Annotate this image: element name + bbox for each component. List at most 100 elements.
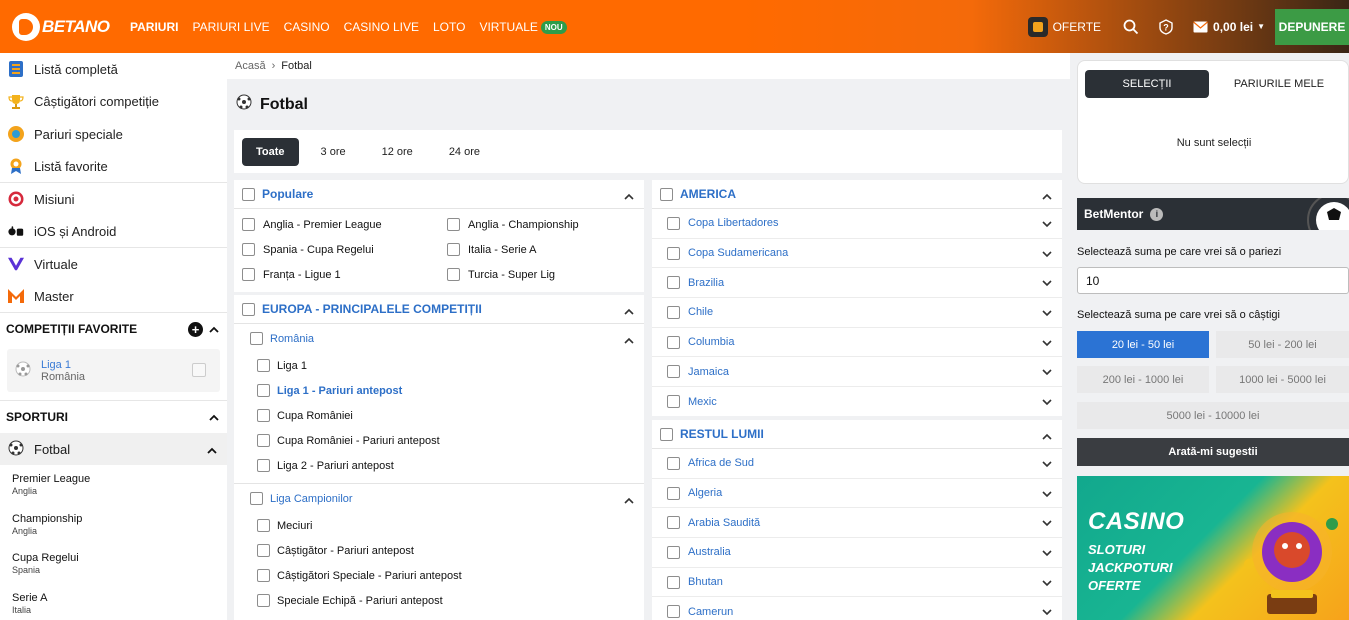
range-200-1000[interactable]: 200 lei - 1000 lei — [1077, 366, 1209, 393]
sidebar-sport-football[interactable]: Fotbal — [0, 433, 227, 465]
sidebar-item-full-list[interactable]: Listă completă — [0, 53, 227, 86]
sidebar-item-favorites-list[interactable]: Listă favorite — [0, 151, 227, 183]
item-checkbox[interactable] — [667, 395, 680, 409]
chevron-up-icon[interactable] — [1042, 189, 1052, 203]
item-checkbox[interactable] — [242, 218, 255, 231]
list-item[interactable]: Columbia — [652, 328, 1062, 358]
item-checkbox[interactable] — [242, 268, 255, 281]
item-checkbox[interactable] — [667, 335, 680, 349]
chevron-down-icon[interactable] — [1042, 459, 1052, 471]
item-checkbox[interactable] — [257, 459, 270, 472]
chevron-up-icon[interactable] — [209, 410, 219, 424]
item-checkbox[interactable] — [257, 519, 270, 532]
sidebar-league-item[interactable]: Premier League Anglia — [0, 465, 227, 505]
nav-pariuri-live[interactable]: PARIURI LIVE — [192, 20, 269, 34]
item-checkbox[interactable] — [667, 575, 680, 589]
chevron-up-icon[interactable] — [209, 322, 219, 336]
popular-header[interactable]: Populare — [234, 180, 644, 209]
offers-link[interactable]: OFERTE — [1053, 20, 1101, 34]
list-item[interactable]: Anglia - Premier League — [242, 212, 447, 237]
chevron-down-icon[interactable] — [1042, 338, 1052, 350]
list-item[interactable]: Anglia - Championship — [447, 212, 647, 237]
chevron-down-icon[interactable] — [1042, 367, 1052, 379]
group-checkbox[interactable] — [250, 492, 263, 505]
casino-promo-banner[interactable]: CASINO SLOTURI JACKPOTURI OFERTE — [1077, 476, 1349, 620]
nav-casino[interactable]: CASINO — [284, 20, 330, 34]
sidebar-item-mobile-apps[interactable]: iOS și Android — [0, 216, 227, 248]
item-checkbox[interactable] — [257, 409, 270, 422]
list-item[interactable]: Meciuri — [234, 513, 644, 538]
chevron-down-icon[interactable] — [1042, 249, 1052, 261]
list-item[interactable]: Brazilia — [652, 268, 1062, 299]
america-checkbox[interactable] — [660, 187, 673, 201]
list-item[interactable]: Africa de Sud — [652, 449, 1062, 479]
list-item[interactable]: Australia — [652, 538, 1062, 568]
chevron-up-icon[interactable] — [207, 442, 217, 457]
sidebar-league-item[interactable]: Serie A Italia — [0, 584, 227, 620]
item-checkbox[interactable] — [667, 246, 680, 260]
item-checkbox[interactable] — [257, 594, 270, 607]
list-item[interactable]: Franța - Ligue 1 — [242, 262, 447, 287]
tab-selections[interactable]: SELECȚII — [1085, 70, 1209, 98]
item-checkbox[interactable] — [667, 365, 680, 379]
list-item[interactable]: Copa Libertadores — [652, 209, 1062, 239]
item-checkbox[interactable] — [447, 218, 460, 231]
list-item[interactable]: Chile — [652, 298, 1062, 328]
list-item[interactable]: Copa Sudamericana — [652, 239, 1062, 269]
list-item[interactable]: Liga 1 — [234, 353, 644, 378]
list-item[interactable]: Speciale Echipă - Pariuri antepost — [234, 588, 644, 613]
item-checkbox[interactable] — [257, 434, 270, 447]
range-20-50[interactable]: 20 lei - 50 lei — [1077, 331, 1209, 358]
list-item[interactable]: Camerun — [652, 597, 1062, 620]
range-1000-5000[interactable]: 1000 lei - 5000 lei — [1216, 366, 1349, 393]
item-checkbox[interactable] — [667, 456, 680, 470]
list-item[interactable]: Câștigător - Pariuri antepost — [234, 538, 644, 563]
nav-casino-live[interactable]: CASINO LIVE — [344, 20, 419, 34]
help-icon[interactable]: ? — [1157, 18, 1175, 36]
item-checkbox[interactable] — [257, 359, 270, 372]
europe-header[interactable]: EUROPA - PRINCIPALELE COMPETIȚII — [234, 295, 644, 324]
chevron-down-icon[interactable] — [1042, 219, 1052, 231]
item-checkbox[interactable] — [257, 569, 270, 582]
list-item[interactable]: Cupa României - Pariuri antepost — [234, 428, 644, 453]
chevron-down-icon[interactable] — [1042, 489, 1052, 501]
mail-icon[interactable] — [1193, 21, 1208, 33]
list-item[interactable]: Algeria — [652, 479, 1062, 509]
favorite-checkbox[interactable] — [192, 363, 206, 377]
list-item[interactable]: Cupa României — [234, 403, 644, 428]
item-checkbox[interactable] — [667, 305, 680, 319]
stake-input[interactable] — [1077, 267, 1349, 294]
list-item[interactable]: Italia - Serie A — [447, 237, 647, 262]
tab-my-bets[interactable]: PARIURILE MELE — [1217, 70, 1341, 98]
chevron-up-icon[interactable] — [624, 304, 634, 318]
group-header-champions-league[interactable]: Liga Campionilor — [234, 484, 644, 513]
rest-of-world-header[interactable]: RESTUL LUMII — [652, 420, 1062, 449]
betano-logo[interactable]: BETANO — [12, 12, 124, 42]
sidebar-item-virtual[interactable]: Virtuale — [0, 248, 227, 281]
europe-checkbox[interactable] — [242, 302, 255, 316]
item-checkbox[interactable] — [257, 384, 270, 397]
list-item[interactable]: Jamaica — [652, 357, 1062, 388]
offers-icon[interactable] — [1027, 16, 1048, 37]
deposit-button[interactable]: DEPUNERE — [1275, 8, 1349, 45]
sidebar-league-item[interactable]: Championship Anglia — [0, 505, 227, 545]
group-header-romania[interactable]: România — [234, 324, 644, 353]
item-checkbox[interactable] — [667, 516, 680, 530]
filter-12h[interactable]: 12 ore — [368, 138, 427, 166]
item-checkbox[interactable] — [257, 544, 270, 557]
chevron-up-icon[interactable] — [624, 333, 634, 347]
item-checkbox[interactable] — [667, 216, 680, 230]
nav-pariuri[interactable]: PARIURI — [130, 20, 178, 34]
sidebar-league-item[interactable]: Cupa Regelui Spania — [0, 544, 227, 584]
item-checkbox[interactable] — [242, 243, 255, 256]
sidebar-item-master[interactable]: Master — [0, 281, 227, 313]
item-checkbox[interactable] — [667, 486, 680, 500]
nav-virtuale[interactable]: VIRTUALE NOU — [479, 20, 567, 34]
chevron-down-icon[interactable] — [1042, 518, 1052, 530]
america-header[interactable]: AMERICA — [652, 180, 1062, 209]
group-checkbox[interactable] — [250, 332, 263, 345]
popular-checkbox[interactable] — [242, 187, 255, 201]
chevron-down-icon[interactable] — [1042, 578, 1052, 590]
list-item[interactable]: Liga 1 - Pariuri antepost — [234, 378, 644, 403]
filter-24h[interactable]: 24 ore — [435, 138, 494, 166]
